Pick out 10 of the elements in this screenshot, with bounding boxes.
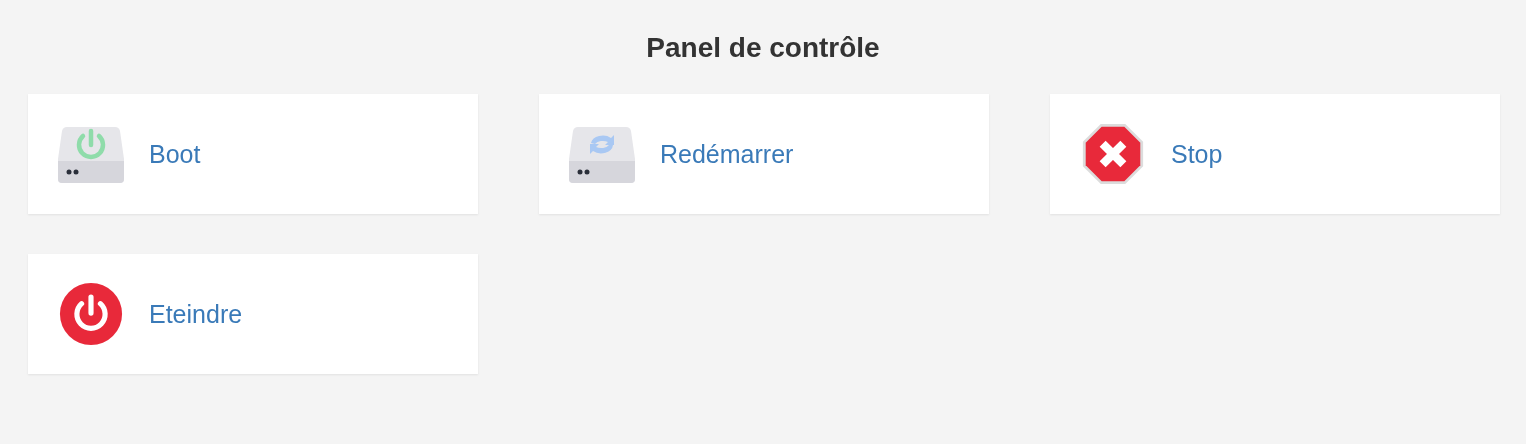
action-link[interactable]: Stop — [1171, 139, 1223, 169]
power-icon — [57, 282, 125, 346]
action-link[interactable]: Boot — [149, 139, 201, 169]
action-link[interactable]: Redémarrer — [660, 139, 794, 169]
action-link[interactable]: Eteindre — [149, 299, 243, 329]
page-title: Panel de contrôle — [645, 31, 881, 65]
action-card[interactable]: Redémarrer — [539, 94, 989, 214]
action-card[interactable]: Boot — [28, 94, 478, 214]
action-card[interactable]: Eteindre — [28, 254, 478, 374]
action-card[interactable]: Stop — [1050, 94, 1500, 214]
